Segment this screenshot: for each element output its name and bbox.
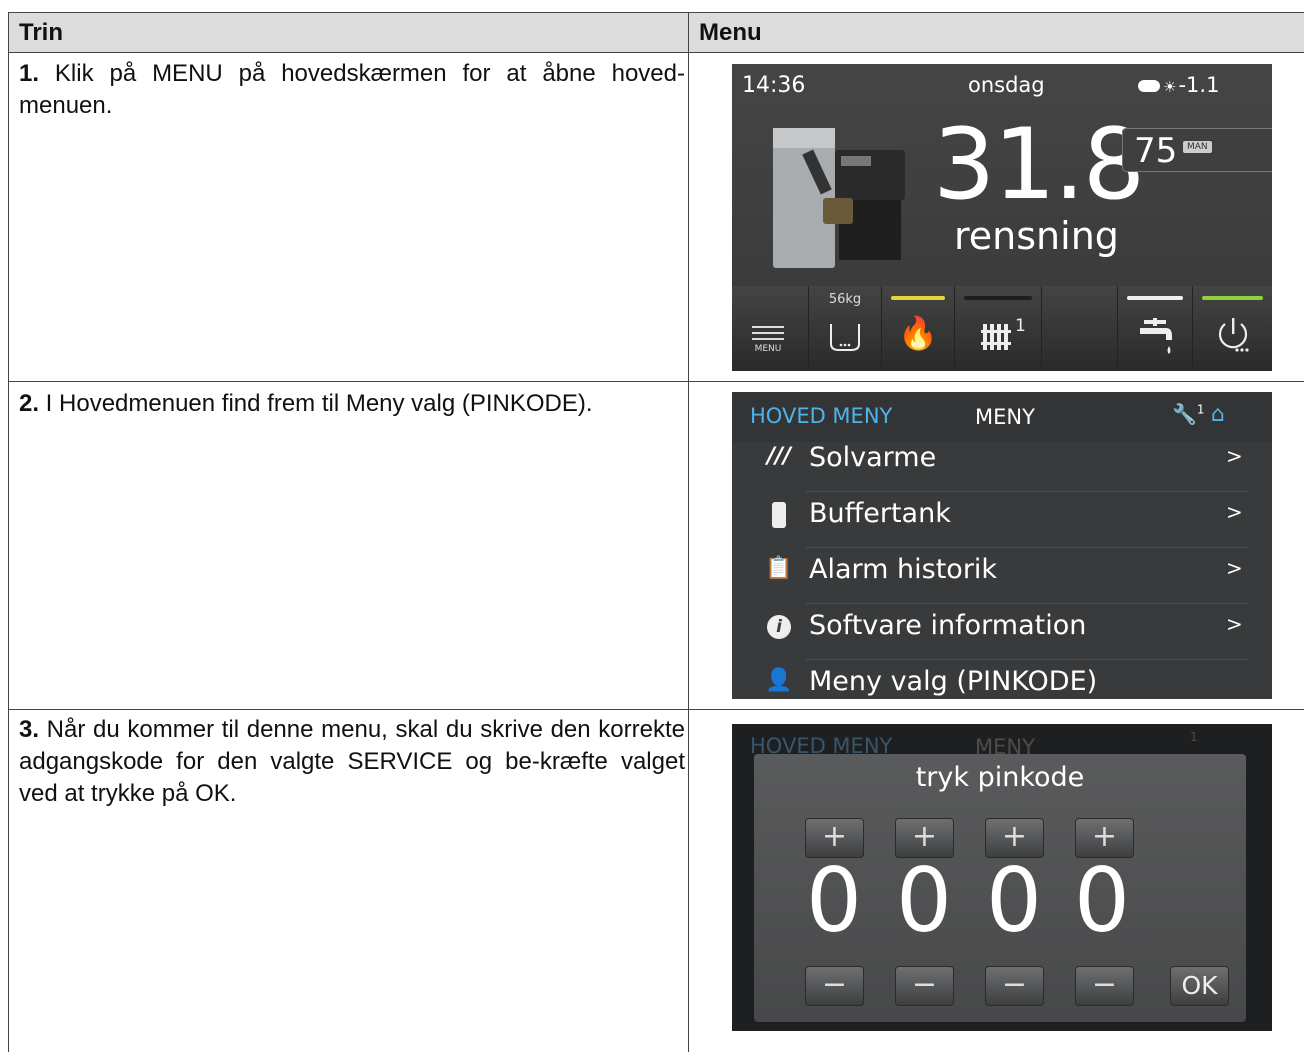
buffer-tank-icon xyxy=(764,500,794,534)
power-indicator xyxy=(1202,296,1263,300)
empty-toolbar-slot xyxy=(1042,286,1118,371)
step-1-number: 1. xyxy=(19,60,40,87)
toolbar: MENU 56kg 🔥 1 xyxy=(732,286,1272,371)
boiler-icon xyxy=(773,128,905,268)
menu-item-solvarme[interactable]: /// Solvarme > xyxy=(732,436,1272,492)
radiator-icon xyxy=(981,324,1011,350)
header-menu: Menu xyxy=(699,19,762,46)
cloud-icon xyxy=(1138,80,1160,92)
hot-water-button[interactable] xyxy=(1118,286,1193,371)
chevron-right-icon: > xyxy=(1226,444,1243,468)
step-1-description: Klik på MENU på hovedskærmen for at åbne… xyxy=(19,60,685,119)
pellet-hopper-icon xyxy=(830,324,860,351)
circuit-number: 1 xyxy=(1015,316,1026,336)
pincode-screen-image: HOVED MENY MENY 1 tryk pinkode + + + + 0… xyxy=(732,724,1272,1031)
solar-collector-icon: /// xyxy=(766,444,792,469)
header-step: Trin xyxy=(19,19,64,46)
user-lock-icon: 👤 xyxy=(765,668,793,693)
menu-icon: MENU xyxy=(752,326,784,354)
menu-title: HOVED MENY xyxy=(750,404,893,428)
home-icon[interactable]: ⌂ xyxy=(1211,402,1225,427)
power-button[interactable] xyxy=(1193,286,1272,371)
flame-icon: 🔥 xyxy=(898,314,938,352)
info-icon: i xyxy=(764,612,794,639)
chevron-right-icon: > xyxy=(1226,556,1243,580)
main-menu-screen-image: HOVED MENY MENY 🔧1 ⌂ /// Solvarme > Buff… xyxy=(732,392,1272,699)
burner-indicator xyxy=(891,296,945,300)
chevron-right-icon: > xyxy=(1226,612,1243,636)
pincode-prompt: tryk pinkode xyxy=(915,762,1085,793)
outdoor-temp: -1.1 xyxy=(1178,73,1220,97)
step-2-text: 2. I Hovedmenuen find frem til Meny valg… xyxy=(19,388,685,420)
hopper-weight: 56kg xyxy=(828,292,862,307)
digit-3-minus-button[interactable]: − xyxy=(985,966,1044,1006)
setpoint-value: 75 xyxy=(1134,131,1178,171)
burner-button[interactable]: 🔥 xyxy=(882,286,955,371)
step-2-number: 2. xyxy=(19,390,40,417)
table-header xyxy=(9,13,1304,52)
step-3-text: 3. Når du kommer til denne menu, skal du… xyxy=(19,714,685,810)
menu-button[interactable]: MENU xyxy=(732,286,809,371)
menu-item-meny-valg[interactable]: 👤 Meny valg (PINKODE) xyxy=(732,660,1272,699)
pin-digit-1: 0 xyxy=(806,849,862,952)
digit-2-minus-button[interactable]: − xyxy=(895,966,954,1006)
power-icon xyxy=(1218,318,1249,352)
pin-digit-3: 0 xyxy=(986,849,1042,952)
pincode-dialog: tryk pinkode + + + + 0 0 0 0 − − − − OK xyxy=(754,754,1246,1022)
circuit-indicator xyxy=(964,296,1032,300)
setpoint-button[interactable]: 75 MAN xyxy=(1122,128,1272,172)
water-tap-icon xyxy=(1140,318,1172,354)
menu-item-label: Meny valg (PINKODE) xyxy=(809,666,1098,697)
clock: 14:36 xyxy=(742,73,806,98)
step-1-text: 1. Klik på MENU på hovedskærmen for at å… xyxy=(19,58,685,122)
menu-subtitle: MENY xyxy=(975,405,1035,429)
alarm-history-icon: 📋 xyxy=(765,556,793,581)
sun-icon: ☀ xyxy=(1163,78,1177,96)
step-2-description: I Hovedmenuen find frem til Meny valg (P… xyxy=(39,390,593,417)
menu-header: HOVED MENY MENY 🔧1 ⌂ xyxy=(732,392,1272,442)
weekday: onsdag xyxy=(968,73,1045,97)
outdoor-weather: ☀-1.1 xyxy=(1138,73,1219,97)
user-level: 1 xyxy=(1196,402,1205,417)
menu-item-softvare-information[interactable]: i Softvare information > xyxy=(732,604,1272,660)
heating-circuit-button[interactable]: 1 xyxy=(955,286,1042,371)
boiler-status: rensning xyxy=(954,214,1119,258)
water-indicator xyxy=(1127,296,1183,300)
pin-digit-2: 0 xyxy=(896,849,952,952)
menu-item-label: Alarm historik xyxy=(809,554,998,585)
menu-item-label: Solvarme xyxy=(809,442,937,473)
boiler-temperature: 31.8 xyxy=(933,108,1145,222)
pin-digit-4: 0 xyxy=(1074,849,1130,952)
menu-item-buffertank[interactable]: Buffertank > xyxy=(732,492,1272,548)
menu-item-alarm-historik[interactable]: 📋 Alarm historik > xyxy=(732,548,1272,604)
digit-4-minus-button[interactable]: − xyxy=(1075,966,1134,1006)
step-3-number: 3. xyxy=(19,716,40,743)
chevron-right-icon: > xyxy=(1226,500,1243,524)
menu-item-label: Buffertank xyxy=(809,498,951,529)
digit-1-minus-button[interactable]: − xyxy=(805,966,864,1006)
wrench-icon[interactable]: 🔧 xyxy=(1172,402,1197,426)
mode-badge: MAN xyxy=(1183,141,1212,153)
step-3-description: Når du kommer til denne menu, skal du sk… xyxy=(19,716,685,807)
hopper-button[interactable]: 56kg xyxy=(809,286,882,371)
menu-label: MENU xyxy=(754,344,782,354)
main-screen-image: 14:36 onsdag ☀-1.1 31.8 rensning 75 MAN … xyxy=(732,64,1272,371)
menu-item-label: Softvare information xyxy=(809,610,1087,641)
ok-button[interactable]: OK xyxy=(1170,966,1229,1006)
header-icons: 🔧1 ⌂ xyxy=(1172,402,1225,427)
background-user-level: 1 xyxy=(1190,730,1198,744)
